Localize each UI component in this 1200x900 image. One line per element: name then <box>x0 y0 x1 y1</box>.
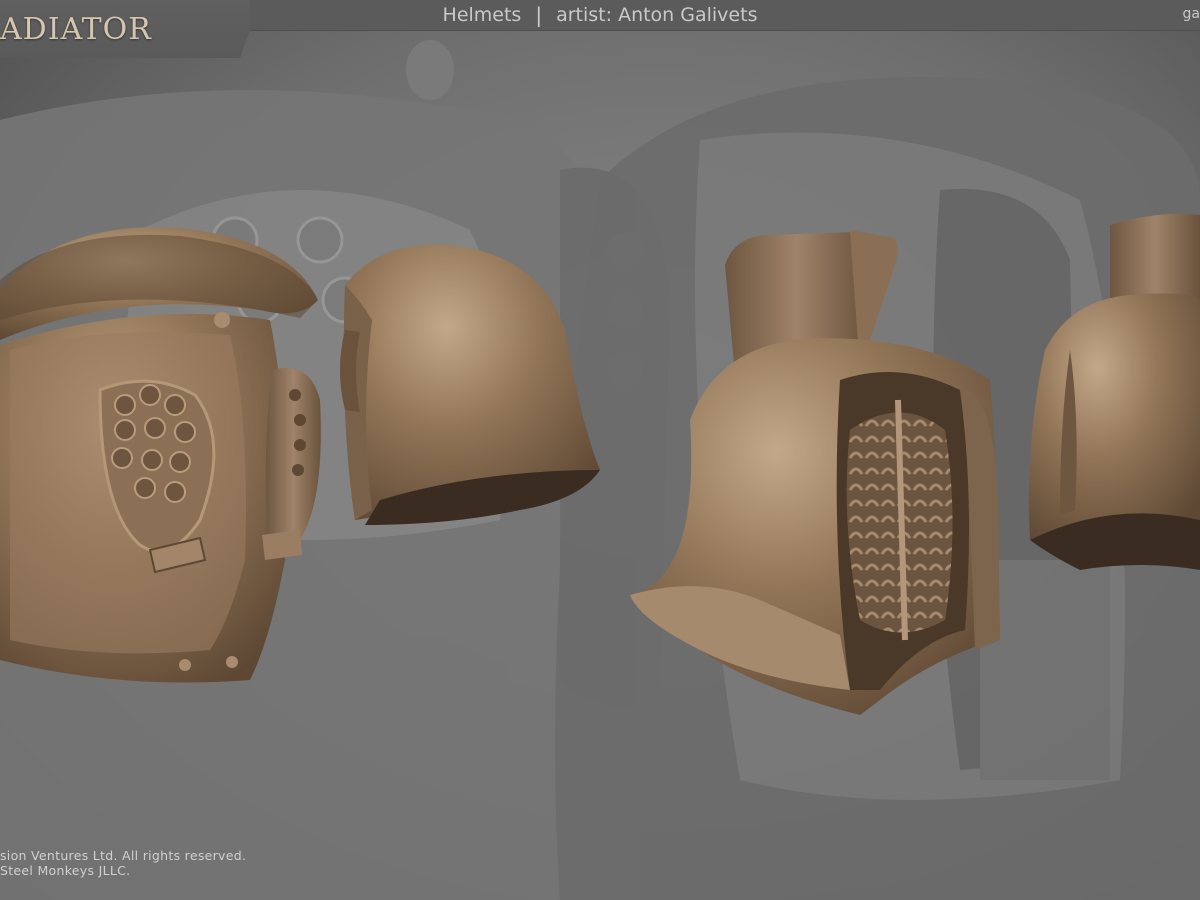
category-label: Helmets <box>442 4 522 26</box>
helmet-front-left <box>0 227 321 683</box>
copyright-footer: sion Ventures Ltd. All rights reserved. … <box>0 848 246 878</box>
copyright-line-1: sion Ventures Ltd. All rights reserved. <box>0 848 247 863</box>
artist-label: artist: Anton Galivets <box>556 4 758 26</box>
corner-text: ga <box>1182 6 1200 22</box>
breadcrumb: Helmets | artist: Anton Galivets <box>0 0 1200 30</box>
helmet-render-scene <box>0 0 1200 900</box>
copyright-line-2: Steel Monkeys JLLC. <box>0 863 131 878</box>
breadcrumb-separator: | <box>535 3 543 27</box>
